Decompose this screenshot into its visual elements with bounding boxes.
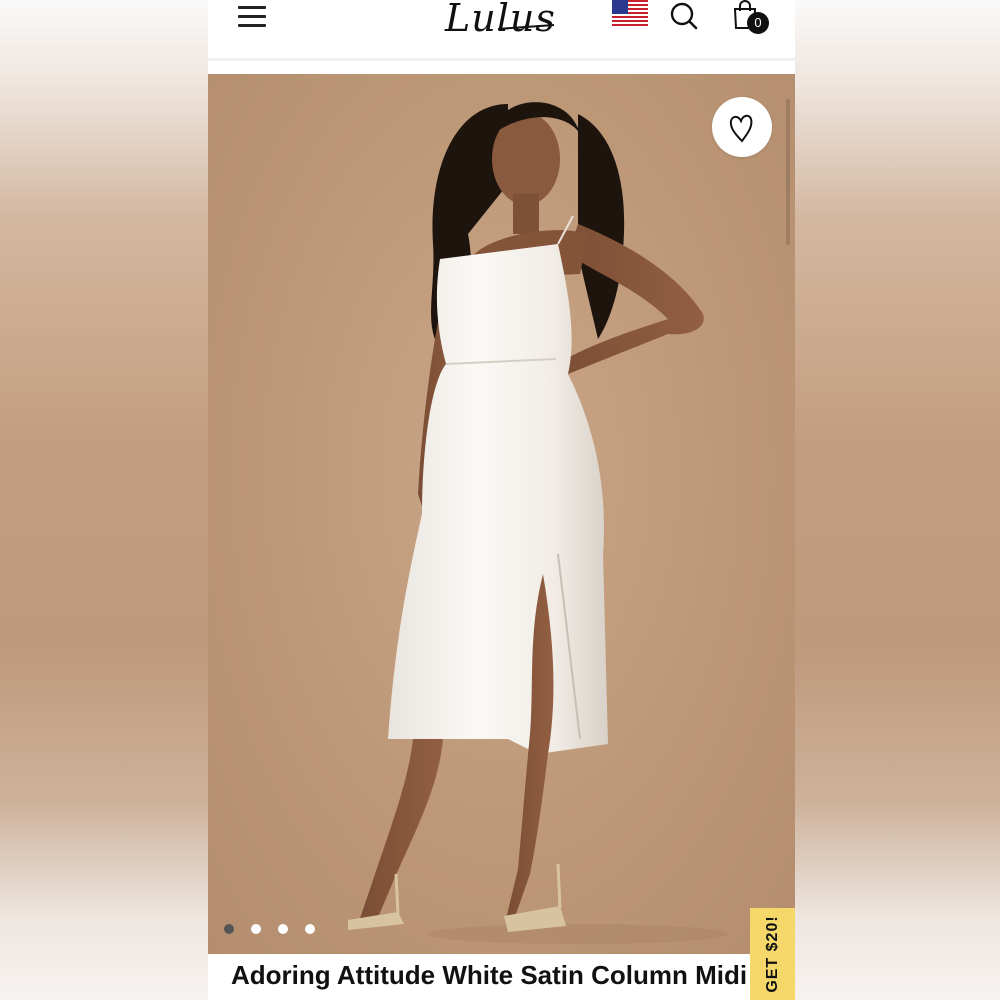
mobile-screen: Lulus 0 Adoring Attitude White Satin Col… [208,0,795,1000]
promo-label: GET $20! [763,915,781,993]
carousel-dot-2[interactable] [251,924,261,934]
search-icon [670,2,698,30]
cart-count-badge: 0 [747,12,769,34]
carousel-dot-4[interactable] [305,924,315,934]
product-image[interactable] [208,74,795,954]
promo-tab[interactable]: GET $20! [750,908,795,1000]
image-scrollbar[interactable] [786,99,790,245]
search-button[interactable] [669,1,699,31]
backdrop-left [0,0,208,1000]
carousel-dot-3[interactable] [278,924,288,934]
carousel-dot-1[interactable] [224,924,234,934]
favorite-button[interactable] [712,97,772,157]
site-header: Lulus 0 [208,0,795,58]
us-flag-icon[interactable] [612,0,648,26]
product-title: Adoring Attitude White Satin Column Midi… [231,960,771,990]
heart-icon [729,114,753,143]
cart-button[interactable]: 0 [732,0,772,36]
model-photo [348,102,728,944]
backdrop-right [795,0,1000,1000]
lulus-logo[interactable]: Lulus [445,0,556,40]
menu-button[interactable] [236,3,270,29]
header-divider [208,58,795,61]
